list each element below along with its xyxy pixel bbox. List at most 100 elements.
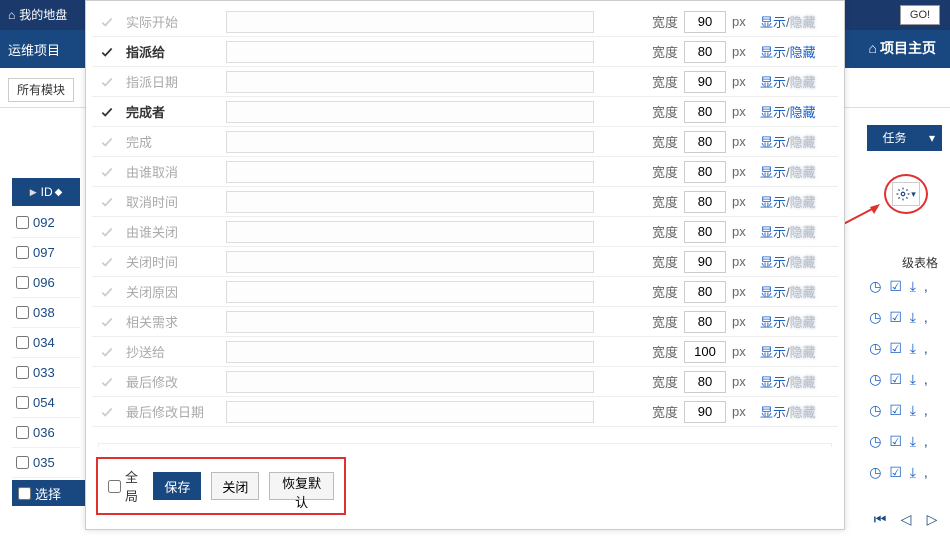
show-link[interactable]: 显示 [760,195,786,210]
task-row-checkbox[interactable]: 097 [12,238,80,268]
task-row-checkbox[interactable]: 038 [12,298,80,328]
task-dropdown[interactable]: ▾ [922,125,942,151]
field-note-input[interactable] [226,131,594,153]
show-link[interactable]: 显示 [760,345,786,360]
row-actions[interactable]: ◷ ☑ ⤓ , [857,340,942,357]
show-link[interactable]: 显示 [760,255,786,270]
hide-link[interactable]: 隐藏 [790,135,816,150]
field-note-input[interactable] [226,371,594,393]
task-row-checkbox[interactable]: 036 [12,418,80,448]
show-link[interactable]: 显示 [760,135,786,150]
pager-prev[interactable]: ◁ [896,509,916,529]
check-icon[interactable] [92,15,122,29]
check-icon[interactable] [92,165,122,179]
task-row-checkbox[interactable]: 092 [12,208,80,238]
width-input[interactable] [684,371,726,393]
row-actions[interactable]: ◷ ☑ ⤓ , [857,371,942,388]
save-button[interactable]: 保存 [153,472,201,500]
width-input[interactable] [684,131,726,153]
select-all-row[interactable]: 选择 [12,480,90,506]
hide-link[interactable]: 隐藏 [790,45,816,60]
task-row-checkbox[interactable]: 035 [12,448,80,478]
hide-link[interactable]: 隐藏 [790,255,816,270]
hide-link[interactable]: 隐藏 [790,285,816,300]
field-note-input[interactable] [226,311,594,333]
check-icon[interactable] [92,135,122,149]
task-row-checkbox[interactable]: 034 [12,328,80,358]
check-icon[interactable] [92,195,122,209]
show-link[interactable]: 显示 [760,105,786,120]
width-input[interactable] [684,191,726,213]
show-link[interactable]: 显示 [760,405,786,420]
task-button[interactable]: 任务 [867,125,922,151]
project-name[interactable]: 运维项目 [8,40,60,59]
field-note-input[interactable] [226,71,594,93]
show-link[interactable]: 显示 [760,75,786,90]
field-note-input[interactable] [226,251,594,273]
hide-link[interactable]: 隐藏 [790,195,816,210]
width-input[interactable] [684,281,726,303]
width-input[interactable] [684,41,726,63]
width-input[interactable] [684,161,726,183]
check-icon[interactable] [92,345,122,359]
hide-link[interactable]: 隐藏 [790,225,816,240]
show-link[interactable]: 显示 [760,315,786,330]
check-icon[interactable] [92,315,122,329]
field-note-input[interactable] [226,191,594,213]
restore-defaults-button[interactable]: 恢复默认 [269,472,334,500]
show-link[interactable]: 显示 [760,15,786,30]
width-input[interactable] [684,11,726,33]
hide-link[interactable]: 隐藏 [790,375,816,390]
field-note-input[interactable] [226,281,594,303]
hide-link[interactable]: 隐藏 [790,105,816,120]
field-note-input[interactable] [226,101,594,123]
check-icon[interactable] [92,105,122,119]
check-icon[interactable] [92,225,122,239]
go-button[interactable]: GO! [900,5,940,25]
show-link[interactable]: 显示 [760,165,786,180]
mymap-label[interactable]: 我的地盘 [19,0,67,30]
check-icon[interactable] [92,375,122,389]
width-input[interactable] [684,101,726,123]
field-note-input[interactable] [226,401,594,423]
row-actions[interactable]: ◷ ☑ ⤓ , [857,464,942,481]
show-link[interactable]: 显示 [760,375,786,390]
hide-link[interactable]: 隐藏 [790,315,816,330]
field-note-input[interactable] [226,221,594,243]
project-home-link[interactable]: ⌂ 项目主页 [869,38,936,58]
pager-first[interactable]: ⏮ [870,509,890,529]
task-row-checkbox[interactable]: 096 [12,268,80,298]
check-icon[interactable] [92,75,122,89]
row-actions[interactable]: ◷ ☑ ⤓ , [857,309,942,326]
row-actions[interactable]: ◷ ☑ ⤓ , [857,402,942,419]
hide-link[interactable]: 隐藏 [790,405,816,420]
row-actions[interactable]: ◷ ☑ ⤓ , [857,433,942,450]
width-input[interactable] [684,71,726,93]
field-note-input[interactable] [226,341,594,363]
check-icon[interactable] [92,45,122,59]
field-note-input[interactable] [226,161,594,183]
gear-icon[interactable]: ▾ [892,182,920,206]
hide-link[interactable]: 隐藏 [790,345,816,360]
all-modules-filter[interactable]: 所有模块 [8,78,74,102]
task-row-checkbox[interactable]: 033 [12,358,80,388]
hide-link[interactable]: 隐藏 [790,75,816,90]
row-actions[interactable]: ◷ ☑ ⤓ , [857,278,942,295]
show-link[interactable]: 显示 [760,225,786,240]
width-input[interactable] [684,251,726,273]
show-link[interactable]: 显示 [760,285,786,300]
id-column-header[interactable]: ▶ ID ◆ [12,178,80,206]
close-button[interactable]: 关闭 [211,472,259,500]
width-input[interactable] [684,341,726,363]
width-input[interactable] [684,311,726,333]
check-icon[interactable] [92,405,122,419]
global-checkbox[interactable]: 全局 [108,467,143,505]
check-icon[interactable] [92,255,122,269]
width-input[interactable] [684,221,726,243]
task-row-checkbox[interactable]: 054 [12,388,80,418]
global-checkbox-input[interactable] [108,480,121,493]
hide-link[interactable]: 隐藏 [790,15,816,30]
field-note-input[interactable] [226,41,594,63]
check-icon[interactable] [92,285,122,299]
width-input[interactable] [684,401,726,423]
